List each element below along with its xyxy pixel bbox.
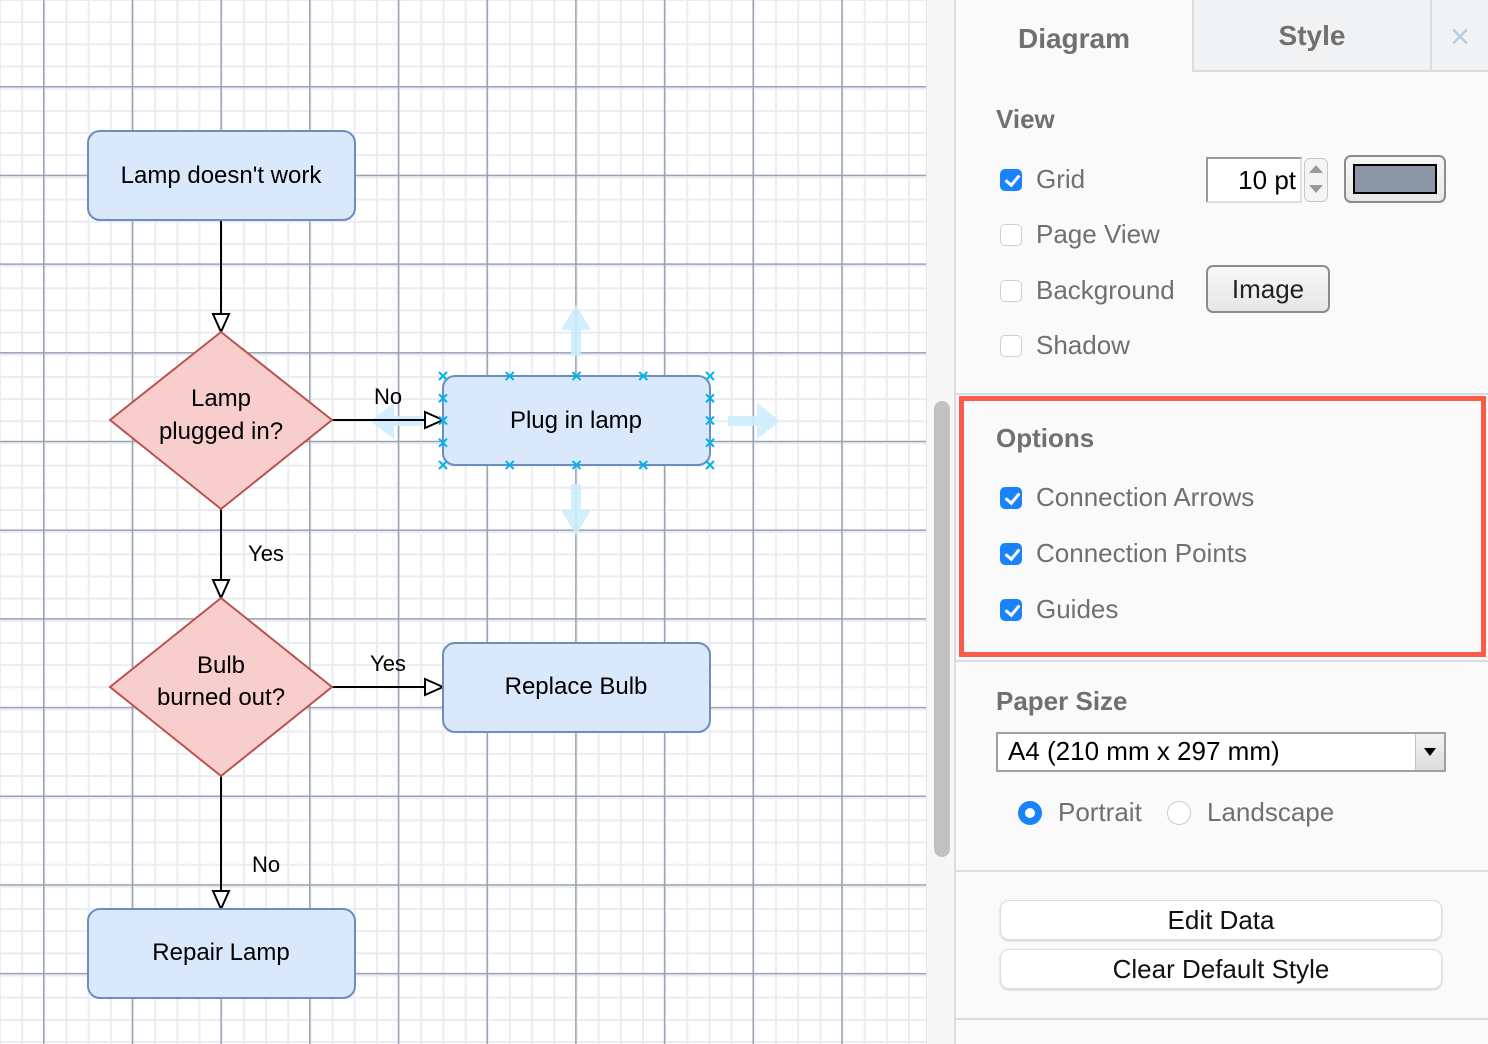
options-section-title: Options [996,423,1095,453]
grid-size-stepper[interactable] [1304,158,1328,202]
page-view-checkbox[interactable] [1000,223,1022,246]
section-divider [956,1018,1488,1020]
grid-size-input[interactable]: 10 pt [1206,157,1302,203]
view-section-title: View [996,104,1055,134]
background-image-button[interactable]: Image [1206,265,1330,313]
node-label: Repair Lamp [152,939,289,966]
connection-points-label: Connection Points [1036,538,1248,568]
section-divider [956,660,1488,662]
edge-label-no: No [374,384,402,409]
paper-size-section-title: Paper Size [996,686,1128,716]
format-panel: Diagram Style × View Grid 10 pt Page Vie… [954,0,1488,1044]
edge-label-yes: Yes [370,651,406,676]
node-label: Plug in lamp [510,407,642,434]
node-bulb-burned-out[interactable]: Bulb burned out? [108,596,334,778]
landscape-radio[interactable] [1167,800,1191,825]
background-checkbox-row[interactable]: Background [1000,275,1175,306]
tab-style[interactable]: Style [1192,0,1430,72]
chevron-down-icon[interactable] [1415,734,1444,770]
landscape-radio-row[interactable]: Landscape [1167,797,1334,828]
background-label: Background [1036,275,1175,305]
edge-label-yes: Yes [248,541,284,566]
portrait-radio[interactable] [1018,800,1042,825]
node-plug-in-lamp[interactable]: Plug in lamp [438,371,715,470]
hover-arrow-up-icon[interactable] [561,305,591,356]
guides-row[interactable]: Guides [1000,594,1118,625]
connection-point-icon[interactable] [438,460,448,470]
diagram-svg[interactable]: No Yes Yes No Lamp doesn't work Lamp plu… [0,0,926,1044]
node-lamp-plugged-in[interactable]: Lamp plugged in? [108,330,334,511]
grid-color-button[interactable] [1344,155,1446,203]
node-label: Lamp doesn't work [121,162,323,189]
edge-label-no: No [252,852,280,877]
page-view-checkbox-row[interactable]: Page View [1000,219,1160,250]
clear-default-style-button[interactable]: Clear Default Style [1000,949,1442,989]
close-icon[interactable]: × [1430,0,1488,72]
node-label-line-1: Lamp [191,385,251,412]
portrait-label: Portrait [1058,797,1142,827]
node-repair-lamp[interactable]: Repair Lamp [87,908,356,999]
node-lamp-doesnt-work[interactable]: Lamp doesn't work [87,130,356,221]
node-label-line-2: plugged in? [159,418,283,445]
connection-points-row[interactable]: Connection Points [1000,538,1247,569]
diagram-canvas[interactable]: No Yes Yes No Lamp doesn't work Lamp plu… [0,0,926,1044]
shadow-checkbox[interactable] [1000,334,1022,357]
hover-arrow-right-icon[interactable] [728,403,780,439]
node-label: Replace Bulb [505,673,648,700]
node-label-line-1: Bulb [197,652,245,679]
connection-arrows-checkbox[interactable] [1000,486,1022,509]
landscape-label: Landscape [1207,797,1335,827]
hover-arrow-down-icon[interactable] [561,484,591,535]
node-replace-bulb[interactable]: Replace Bulb [442,642,711,733]
section-divider [956,393,1488,395]
connection-point-icon[interactable] [705,371,715,381]
connection-point-icon[interactable] [705,460,715,470]
paper-size-select[interactable]: A4 (210 mm x 297 mm) [996,732,1446,772]
stepper-up-icon[interactable] [1309,165,1323,173]
edge-plugged-yes[interactable]: Yes [221,509,284,598]
connection-arrows-label: Connection Arrows [1036,482,1255,512]
guides-checkbox[interactable] [1000,598,1022,621]
page-view-label: Page View [1036,219,1160,249]
guides-label: Guides [1036,594,1119,624]
edit-data-button[interactable]: Edit Data [1000,900,1442,940]
grid-color-swatch [1353,164,1437,194]
edge-bulb-no[interactable]: No [221,776,280,909]
background-checkbox[interactable] [1000,279,1022,302]
tab-diagram[interactable]: Diagram [956,0,1192,72]
stepper-down-icon[interactable] [1309,185,1323,193]
section-divider [956,870,1488,872]
shadow-label: Shadow [1036,330,1130,360]
node-label-line-2: burned out? [157,684,285,711]
portrait-radio-row[interactable]: Portrait [1018,797,1142,828]
grid-label: Grid [1036,164,1086,194]
shadow-checkbox-row[interactable]: Shadow [1000,330,1130,361]
grid-checkbox-row[interactable]: Grid [1000,164,1085,195]
connection-arrows-row[interactable]: Connection Arrows [1000,482,1254,513]
connection-point-icon[interactable] [438,371,448,381]
scrollbar-thumb[interactable] [934,401,950,857]
paper-size-value: A4 (210 mm x 297 mm) [1008,736,1280,766]
grid-checkbox[interactable] [1000,168,1022,191]
edge-bulb-yes[interactable]: Yes [332,651,443,687]
vertical-scrollbar[interactable] [926,0,954,1044]
connection-points-checkbox[interactable] [1000,542,1022,565]
